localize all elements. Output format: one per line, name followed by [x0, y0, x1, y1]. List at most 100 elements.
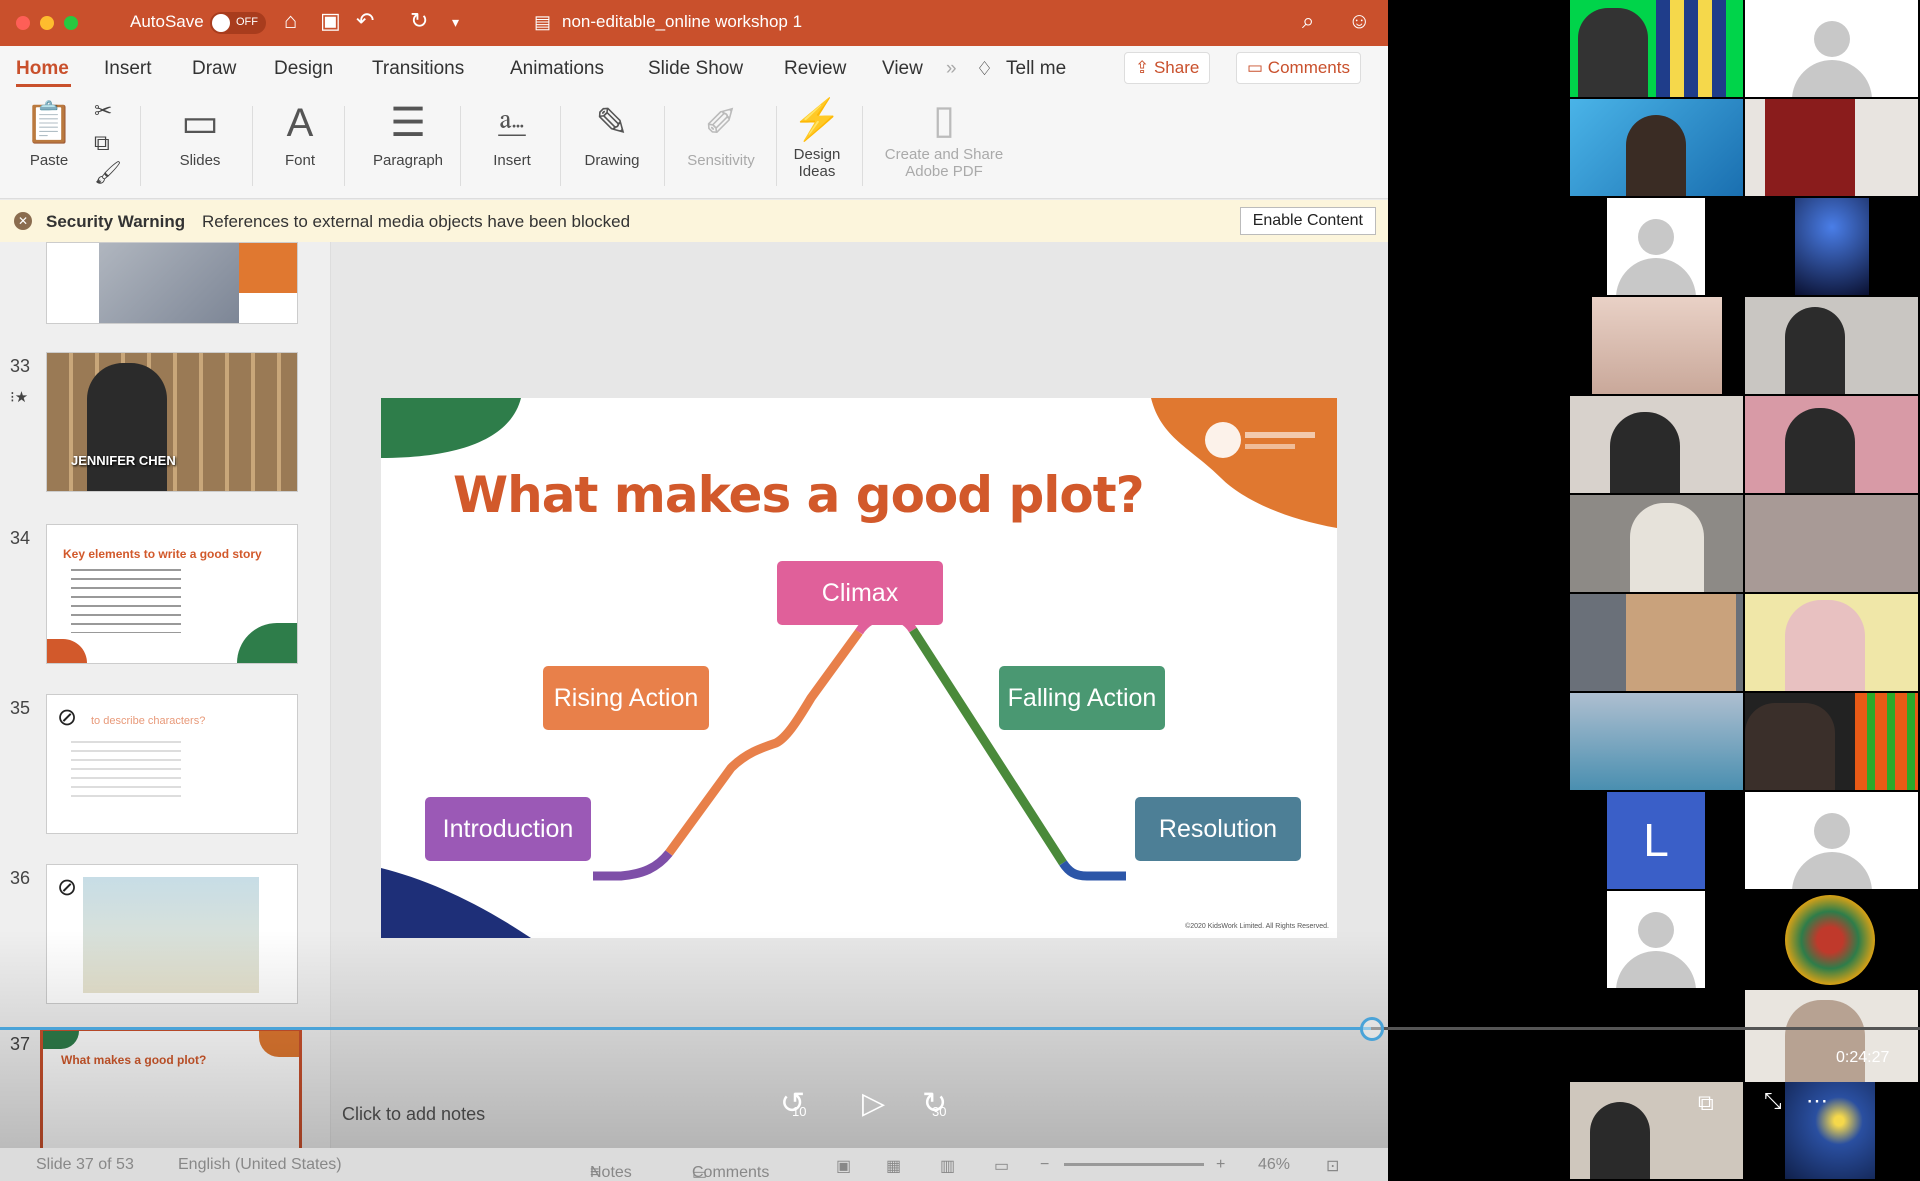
tab-design[interactable]: Design: [274, 58, 333, 80]
language-indicator[interactable]: English (United States): [178, 1156, 342, 1174]
resolution-box[interactable]: Resolution: [1135, 797, 1301, 861]
slide-thumbnail-36[interactable]: ⊘: [46, 864, 298, 1004]
slide-sorter-icon[interactable]: ▦: [886, 1156, 901, 1176]
sensitivity-button[interactable]: ✐ Sensitivity: [680, 100, 762, 169]
undo-icon[interactable]: ↶: [356, 8, 374, 34]
minimize-window-button[interactable]: [40, 16, 54, 30]
bullet-lines: [71, 569, 181, 633]
zoom-out-icon[interactable]: −: [1040, 1156, 1049, 1174]
zoom-level: 46%: [1258, 1156, 1291, 1173]
tab-draw[interactable]: Draw: [192, 58, 236, 80]
participant-tile[interactable]: [1745, 99, 1918, 196]
participant-tile[interactable]: [1745, 990, 1918, 1087]
play-button[interactable]: ▷: [862, 1086, 885, 1121]
slide-thumbnail-35[interactable]: ⊘ to describe characters?: [46, 694, 298, 834]
zoom-in-icon[interactable]: +: [1216, 1156, 1225, 1174]
redo-icon[interactable]: ↻: [410, 8, 428, 34]
participant-tile[interactable]: [1745, 198, 1918, 295]
drawing-button[interactable]: ✎ Drawing: [574, 100, 650, 169]
slide-thumbnail-37-selected[interactable]: What makes a good plot?: [40, 1028, 302, 1164]
tab-transitions[interactable]: Transitions: [372, 58, 464, 80]
slide-thumbnail-33[interactable]: JENNIFER CHEN: [46, 352, 298, 492]
participant-tile[interactable]: [1570, 693, 1743, 790]
close-icon[interactable]: ✕: [14, 212, 32, 230]
customize-toolbar-icon[interactable]: ▾: [452, 14, 459, 31]
participant-tile[interactable]: [1745, 297, 1918, 394]
participant-video: [1765, 99, 1855, 196]
seek-handle[interactable]: [1360, 1017, 1384, 1041]
participant-tile-no-video[interactable]: [1570, 891, 1743, 988]
participant-tile-no-video[interactable]: [1745, 792, 1918, 889]
participant-tile[interactable]: [1745, 495, 1918, 592]
tell-me-search[interactable]: Tell me: [1006, 58, 1066, 80]
normal-view-icon[interactable]: ▣: [836, 1156, 851, 1176]
slides-button[interactable]: ▭ Slides: [164, 100, 236, 169]
search-icon[interactable]: ⌕: [1302, 8, 1314, 34]
copy-icon[interactable]: ⧉: [94, 130, 110, 156]
video-seek-bar[interactable]: [0, 1027, 1920, 1030]
falling-action-box[interactable]: Falling Action: [999, 666, 1165, 730]
slide-thumbnail-32[interactable]: [46, 242, 298, 324]
slide-title[interactable]: What makes a good plot?: [453, 466, 1145, 524]
picture-in-picture-icon[interactable]: ⧉: [1698, 1090, 1714, 1116]
close-window-button[interactable]: [16, 16, 30, 30]
participant-tile[interactable]: [1570, 594, 1743, 691]
participant-tile[interactable]: [1745, 693, 1918, 790]
font-button[interactable]: A Font: [270, 100, 330, 169]
tab-animations[interactable]: Animations: [510, 58, 604, 80]
status-bar: Slide 37 of 53 English (United States) ≡…: [0, 1148, 1388, 1181]
rising-action-box[interactable]: Rising Action: [543, 666, 709, 730]
plot-line-introduction: [593, 850, 673, 881]
reading-view-icon[interactable]: ▥: [940, 1156, 955, 1176]
participant-tile[interactable]: [1570, 0, 1743, 97]
introduction-box[interactable]: Introduction: [425, 797, 591, 861]
cut-icon[interactable]: ✂: [94, 98, 112, 124]
tab-slide-show[interactable]: Slide Show: [648, 58, 743, 80]
participant-tile-no-video[interactable]: L: [1570, 792, 1743, 889]
forward-30-button[interactable]: ↻ 30: [922, 1086, 947, 1121]
paste-button[interactable]: 📋 Paste: [18, 100, 80, 169]
participant-tile[interactable]: [1745, 891, 1918, 988]
participant-tile[interactable]: [1570, 396, 1743, 493]
share-button[interactable]: ⇪ Share: [1124, 52, 1211, 84]
comments-button[interactable]: ▭ Comments: [1236, 52, 1361, 84]
autosave-toggle[interactable]: OFF: [210, 12, 266, 34]
rewind-10-button[interactable]: ↺ 10: [780, 1086, 806, 1121]
current-slide[interactable]: What makes a good plot? Climax Rising Ac…: [381, 398, 1337, 938]
participant-tile[interactable]: [1745, 594, 1918, 691]
tab-review[interactable]: Review: [784, 58, 846, 80]
design-ideas-button[interactable]: ⚡ Design Ideas: [786, 100, 848, 180]
slide-thumbnail-pane[interactable]: 33 ⁝★ JENNIFER CHEN 34 Key elements to w…: [0, 242, 331, 1181]
slide-thumbnail-34[interactable]: Key elements to write a good story: [46, 524, 298, 664]
exit-fullscreen-icon[interactable]: ⤡: [1764, 1088, 1782, 1114]
format-painter-icon[interactable]: 🖌: [94, 160, 122, 186]
ribbon-divider: [862, 106, 863, 186]
tab-home[interactable]: Home: [16, 58, 69, 80]
participant-tile-no-video[interactable]: [1745, 0, 1918, 97]
zoom-slider[interactable]: [1064, 1163, 1204, 1166]
more-options-icon[interactable]: ⋯: [1806, 1088, 1828, 1114]
forward-seconds: 30: [932, 1104, 947, 1119]
maximize-window-button[interactable]: [64, 16, 78, 30]
participant-tile[interactable]: [1570, 1082, 1743, 1179]
tab-insert[interactable]: Insert: [104, 58, 152, 80]
participant-tile[interactable]: [1570, 495, 1743, 592]
slide-editing-canvas[interactable]: What makes a good plot? Climax Rising Ac…: [331, 242, 1388, 1181]
overflow-icon[interactable]: »: [946, 58, 957, 80]
participant-tile[interactable]: [1570, 99, 1743, 196]
participant-tile[interactable]: [1745, 396, 1918, 493]
insert-button[interactable]: ⎁ Insert: [476, 100, 548, 169]
save-icon[interactable]: ▣: [320, 8, 341, 34]
tab-view[interactable]: View: [882, 58, 923, 80]
paragraph-button[interactable]: ☰ Paragraph: [366, 100, 450, 169]
home-icon[interactable]: ⌂: [284, 8, 297, 34]
account-icon[interactable]: ☺: [1348, 8, 1370, 34]
slideshow-view-icon[interactable]: ▭: [994, 1156, 1009, 1176]
climax-box[interactable]: Climax: [777, 561, 943, 625]
participant-tile-no-video[interactable]: [1570, 198, 1743, 295]
enable-content-button[interactable]: Enable Content: [1239, 207, 1376, 235]
fit-to-window-icon[interactable]: ⊡: [1326, 1156, 1339, 1176]
notes-placeholder[interactable]: Click to add notes: [342, 1104, 485, 1125]
create-share-pdf-button[interactable]: ▯ Create and Share Adobe PDF: [876, 100, 1012, 180]
participant-tile[interactable]: [1570, 297, 1743, 394]
